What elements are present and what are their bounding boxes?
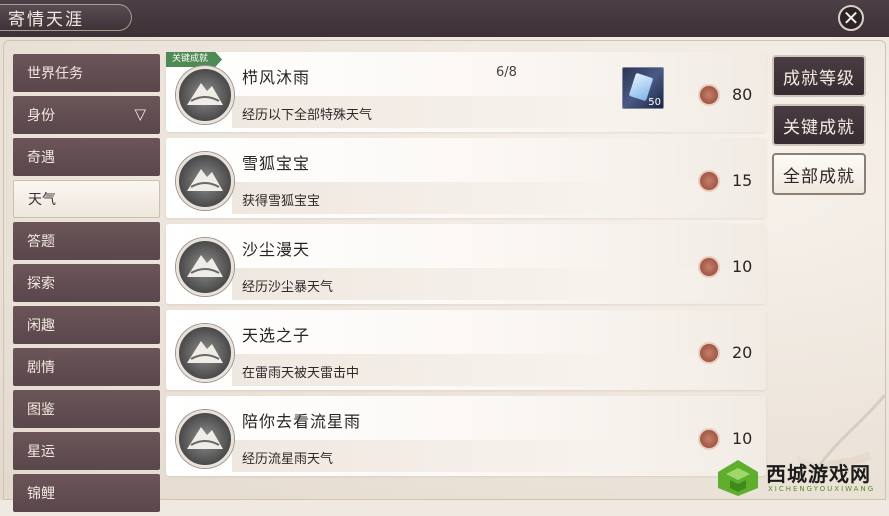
achievement-points: 10 — [732, 257, 753, 276]
mountain-emblem-icon — [176, 324, 234, 382]
sidebar-item-explore[interactable]: 探索 — [13, 264, 160, 302]
sidebar-item-label: 锦鲤 — [27, 486, 55, 502]
watermark-title: 西城游戏网 — [766, 462, 871, 486]
mountain-emblem-icon — [176, 238, 234, 296]
achievement-card[interactable]: 陪你去看流星雨 经历流星雨天气 10 — [166, 396, 766, 476]
achievement-level-button[interactable]: 成就等级 — [772, 55, 866, 97]
sidebar-item-koi[interactable]: 锦鲤 — [13, 474, 160, 512]
achievement-points: 10 — [732, 429, 753, 448]
achievement-list[interactable]: 关键成就 栉风沐雨 6/8 经历以下全部特殊天气 50 80 雪狐宝宝 获得雪狐… — [166, 52, 766, 482]
achievement-card[interactable]: 天选之子 在雷雨天被天雷击中 20 — [166, 310, 766, 390]
sidebar-item-encounters[interactable]: 奇遇 — [13, 138, 160, 176]
key-achievements-button[interactable]: 关键成就 — [772, 104, 866, 146]
mountain-emblem-icon — [176, 410, 234, 468]
achievement-points-icon — [698, 170, 720, 192]
achievement-points-icon — [698, 84, 720, 106]
sidebar-item-label: 身份 — [27, 108, 55, 124]
reward-count: 50 — [648, 97, 661, 108]
window-title: 寄情天涯 — [0, 4, 132, 31]
achievement-description: 经历沙尘暴天气 — [242, 280, 334, 295]
sidebar-item-leisure[interactable]: 闲趣 — [13, 306, 160, 344]
sidebar-item-world-quests[interactable]: 世界任务 — [13, 54, 160, 92]
achievement-points-icon — [698, 342, 720, 364]
achievement-name: 天选之子 — [242, 326, 311, 345]
achievement-points: 15 — [732, 171, 753, 190]
mountain-emblem-icon — [176, 66, 234, 124]
watermark-logo-icon — [718, 460, 758, 496]
sidebar-item-label: 图鉴 — [27, 402, 55, 418]
achievement-points-icon — [698, 428, 720, 450]
sidebar-item-label: 星运 — [27, 444, 55, 460]
achievement-name: 陪你去看流星雨 — [242, 412, 362, 431]
sidebar-item-label: 世界任务 — [27, 66, 83, 82]
key-achievement-badge: 关键成就 — [166, 52, 223, 67]
achievement-card[interactable]: 关键成就 栉风沐雨 6/8 经历以下全部特殊天气 50 80 — [166, 52, 766, 132]
achievement-description: 经历流星雨天气 — [242, 452, 334, 467]
achievement-points: 20 — [732, 343, 753, 362]
sidebar-item-label: 答题 — [27, 234, 55, 250]
sidebar-item-quiz[interactable]: 答题 — [13, 222, 160, 260]
reward-item[interactable]: 50 — [622, 67, 664, 109]
sidebar-item-label: 闲趣 — [27, 318, 55, 334]
sidebar-item-fortune[interactable]: 星运 — [13, 432, 160, 470]
sidebar-item-label: 剧情 — [27, 360, 55, 376]
mountain-emblem-icon — [176, 152, 234, 210]
achievement-description: 获得雪狐宝宝 — [242, 194, 321, 209]
achievement-name: 沙尘漫天 — [242, 240, 311, 259]
all-achievements-button[interactable]: 全部成就 — [772, 153, 866, 195]
achievement-card[interactable]: 沙尘漫天 经历沙尘暴天气 10 — [166, 224, 766, 304]
sidebar-item-identity[interactable]: 身份 ▽ — [13, 96, 160, 134]
achievement-card[interactable]: 雪狐宝宝 获得雪狐宝宝 15 — [166, 138, 766, 218]
sidebar-item-codex[interactable]: 图鉴 — [13, 390, 160, 428]
sidebar-item-weather[interactable]: 天气 — [13, 180, 160, 218]
sidebar-item-label: 天气 — [28, 192, 56, 208]
sidebar-item-label: 探索 — [27, 276, 55, 292]
sidebar-item-label: 奇遇 — [27, 150, 55, 166]
close-icon[interactable]: ✕ — [838, 5, 864, 31]
achievement-progress: 6/8 — [496, 65, 517, 80]
achievement-points: 80 — [732, 85, 753, 104]
category-sidebar: 世界任务 身份 ▽ 奇遇 天气 答题 探索 闲趣 剧情 图鉴 星运 锦鲤 — [13, 54, 160, 516]
title-bar: 寄情天涯 ✕ — [0, 0, 889, 37]
achievement-description: 经历以下全部特殊天气 — [242, 108, 373, 123]
achievement-description: 在雷雨天被天雷击中 — [242, 366, 360, 381]
achievement-name: 栉风沐雨 — [242, 68, 311, 87]
chevron-down-icon: ▽ — [134, 105, 146, 123]
achievement-name: 雪狐宝宝 — [242, 154, 311, 173]
watermark-subtitle: XICHENGYOUXIWANG — [768, 485, 876, 493]
achievement-points-icon — [698, 256, 720, 278]
watermark: 西城游戏网 XICHENGYOUXIWANG — [710, 452, 889, 500]
sidebar-item-story[interactable]: 剧情 — [13, 348, 160, 386]
